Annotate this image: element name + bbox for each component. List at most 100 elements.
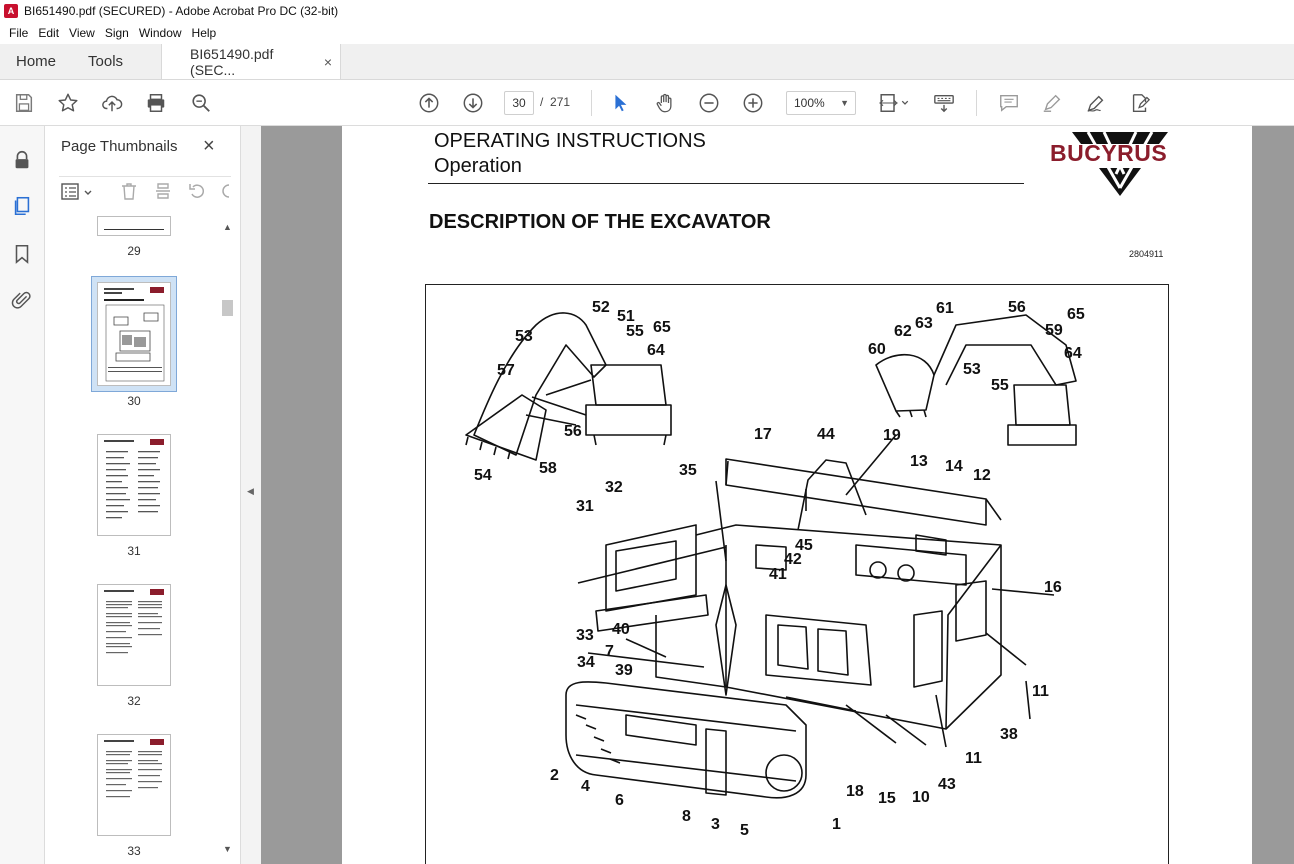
- callout-label: 38: [1000, 726, 1018, 743]
- print-icon[interactable]: [144, 91, 168, 115]
- chevron-down-icon[interactable]: ▼: [221, 844, 234, 854]
- callout-label: 34: [577, 654, 595, 671]
- panel-toolbar: [59, 176, 231, 202]
- callout-label: 56: [564, 423, 582, 440]
- previous-page-icon[interactable]: [417, 91, 441, 115]
- callout-label: 10: [912, 789, 930, 806]
- callout-label: 43: [938, 776, 956, 793]
- callout-label: 55: [626, 323, 644, 340]
- select-cursor-icon[interactable]: [608, 91, 632, 115]
- callout-label: 7: [605, 643, 614, 660]
- callout-label: 2: [550, 767, 559, 784]
- thumbnail-page-31[interactable]: [97, 434, 171, 536]
- callout-label: 57: [497, 362, 515, 379]
- menu-view[interactable]: View: [64, 26, 100, 40]
- callout-label: 53: [515, 328, 533, 345]
- callout-label: 12: [973, 467, 991, 484]
- page-number-input[interactable]: 30: [504, 91, 534, 115]
- callout-label: 65: [1067, 306, 1085, 323]
- menu-help[interactable]: Help: [187, 26, 222, 40]
- callout-label: 53: [963, 361, 981, 378]
- callout-label: 61: [936, 300, 954, 317]
- thumbnail-scrollbar[interactable]: ▲ ▼: [221, 218, 234, 858]
- toolbar-divider: [976, 90, 977, 116]
- callout-label: 55: [991, 377, 1009, 394]
- title-bar: A BI651490.pdf (SECURED) - Adobe Acrobat…: [0, 0, 1294, 22]
- callout-label: 52: [592, 299, 610, 316]
- callout-label: 64: [1064, 345, 1082, 362]
- zoom-search-icon[interactable]: [189, 91, 213, 115]
- callout-label: 41: [769, 566, 787, 583]
- tab-home[interactable]: Home: [0, 44, 72, 79]
- panel-collapse-handle[interactable]: ◀: [241, 126, 261, 864]
- callout-label: 15: [878, 790, 896, 807]
- callout-label: 32: [605, 479, 623, 496]
- thumbnail-list: 29 30 31 32 33: [45, 216, 223, 864]
- panel-close-icon[interactable]: ×: [203, 135, 215, 158]
- callout-label: 40: [612, 621, 630, 638]
- highlight-pen-icon[interactable]: [1040, 91, 1064, 115]
- thumbnail-label: 32: [127, 694, 141, 708]
- callout-label: 16: [1044, 579, 1062, 596]
- document-number: 2804911: [1129, 249, 1164, 259]
- page-thumbnails-icon[interactable]: [10, 194, 34, 218]
- cloud-upload-icon[interactable]: [100, 91, 124, 115]
- page-separator: /: [540, 95, 544, 109]
- thumbnail-options-icon[interactable]: [61, 183, 97, 201]
- callout-label: 63: [915, 315, 933, 332]
- callout-label: 14: [945, 458, 963, 475]
- zoom-in-icon[interactable]: [741, 91, 765, 115]
- rotate-right-icon[interactable]: [219, 181, 231, 201]
- scrollbar-thumb[interactable]: [222, 300, 233, 316]
- callout-label: 1: [832, 816, 841, 833]
- menu-sign[interactable]: Sign: [100, 26, 134, 40]
- comment-icon[interactable]: [997, 91, 1021, 115]
- zoom-level-select[interactable]: 100% ▼: [786, 91, 856, 115]
- tab-document[interactable]: BI651490.pdf (SEC... ×: [161, 44, 342, 79]
- extract-page-icon[interactable]: [153, 181, 173, 201]
- section-title: DESCRIPTION OF THE EXCAVATOR: [429, 211, 771, 233]
- thumbnail-page-33[interactable]: [97, 734, 171, 836]
- header-rule: [428, 183, 1024, 184]
- pdf-page: OPERATING INSTRUCTIONS Operation BUCYRUS…: [342, 126, 1252, 864]
- attachment-icon[interactable]: [10, 288, 34, 312]
- thumbnail-label: 30: [127, 394, 141, 408]
- tab-tools[interactable]: Tools: [72, 44, 139, 79]
- next-page-icon[interactable]: [461, 91, 485, 115]
- menu-edit[interactable]: Edit: [33, 26, 64, 40]
- callout-label: 39: [615, 662, 633, 679]
- thumbnail-page-29[interactable]: [97, 216, 171, 236]
- callout-label: 33: [576, 627, 594, 644]
- thumbnail-label: 31: [127, 544, 141, 558]
- keyboard-scroll-icon[interactable]: [932, 91, 956, 115]
- tab-close-icon[interactable]: ×: [324, 54, 332, 70]
- tab-document-label: BI651490.pdf (SEC...: [190, 45, 274, 78]
- rotate-left-icon[interactable]: [187, 181, 207, 201]
- chevron-up-icon[interactable]: ▲: [221, 222, 234, 232]
- menu-window[interactable]: Window: [134, 26, 187, 40]
- page-header-subtitle: Operation: [434, 155, 522, 177]
- delete-page-icon[interactable]: [119, 181, 139, 201]
- callout-label: 54: [474, 467, 492, 484]
- callout-label: 59: [1045, 322, 1063, 339]
- sign-pen-icon[interactable]: [1084, 91, 1108, 115]
- callout-label: 11: [965, 750, 982, 767]
- lock-icon[interactable]: [10, 148, 34, 172]
- menu-file[interactable]: File: [4, 26, 33, 40]
- thumbnail-page-30[interactable]: [97, 282, 171, 386]
- bookmark-icon[interactable]: [10, 242, 34, 266]
- star-icon[interactable]: [56, 91, 80, 115]
- brand-wordmark: BUCYRUS: [1050, 140, 1168, 166]
- page-fit-icon[interactable]: [876, 91, 912, 115]
- zoom-out-icon[interactable]: [697, 91, 721, 115]
- save-icon[interactable]: [12, 91, 36, 115]
- thumbnail-page-32[interactable]: [97, 584, 171, 686]
- document-viewport[interactable]: OPERATING INSTRUCTIONS Operation BUCYRUS…: [261, 126, 1294, 864]
- edit-document-icon[interactable]: [1128, 91, 1152, 115]
- callout-label: 6: [615, 792, 624, 809]
- chevron-left-icon: ◀: [247, 486, 254, 496]
- hand-tool-icon[interactable]: [653, 91, 677, 115]
- chevron-down-icon: ▼: [840, 98, 849, 108]
- window-title: BI651490.pdf (SECURED) - Adobe Acrobat P…: [24, 4, 339, 18]
- excavator-illustration: [465, 312, 1077, 799]
